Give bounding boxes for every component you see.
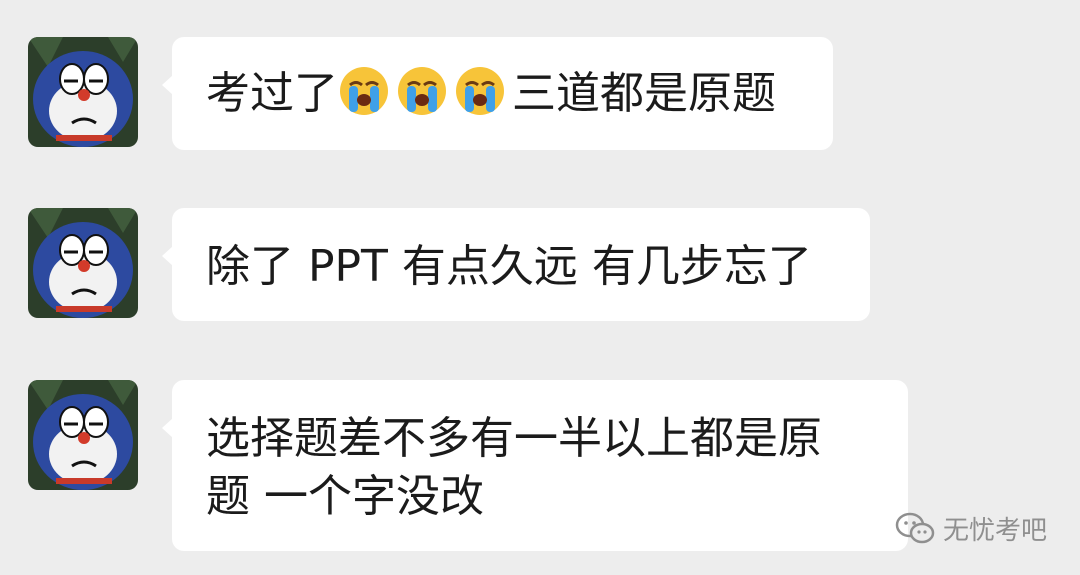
message-text-line: 选择题差不多有一半以上都是原	[206, 413, 822, 464]
watermark: 无忧考吧	[895, 510, 1047, 547]
wechat-icon	[895, 512, 935, 543]
message-text: 除了 PPT 有点久远 有几步忘了	[206, 241, 812, 292]
emoji-group	[338, 65, 512, 117]
loudly-crying-face-icon	[398, 67, 446, 115]
loudly-crying-face-icon	[340, 67, 388, 115]
message-bubble[interactable]: 考过了 三道都是原题	[162, 37, 833, 150]
message-text-line: 题 一个字没改	[206, 471, 484, 522]
message-text: 三道都是原题	[512, 68, 776, 119]
watermark-text: 无忧考吧	[943, 516, 1048, 546]
avatar[interactable]	[28, 37, 138, 147]
message-bubble[interactable]: 除了 PPT 有点久远 有几步忘了	[162, 208, 870, 321]
avatar[interactable]	[28, 208, 138, 318]
message-text: 考过了	[206, 68, 338, 119]
message-bubble[interactable]: 选择题差不多有一半以上都是原 题 一个字没改	[162, 380, 908, 551]
loudly-crying-face-icon	[456, 67, 504, 115]
avatar[interactable]	[28, 380, 138, 490]
